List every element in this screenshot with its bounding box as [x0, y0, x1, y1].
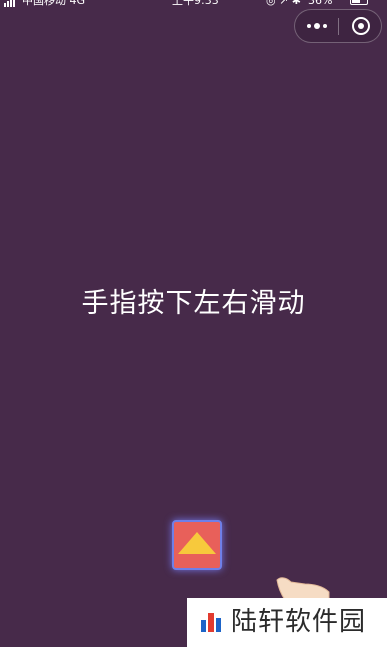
building-logo-icon — [201, 613, 221, 632]
watermark: 陆轩软件园 — [187, 598, 387, 647]
swipe-instruction: 手指按下左右滑动 — [81, 288, 306, 319]
battery-percent: 36% — [308, 0, 333, 7]
pointing-hand-icon — [276, 577, 330, 600]
watermark-text: 陆轩软件园 — [231, 607, 367, 637]
more-dots-icon[interactable] — [295, 10, 339, 42]
battery-icon — [350, 0, 368, 5]
carrier-label: 中国移动 4G — [22, 0, 86, 7]
status-indicators: ◎ ↗ ✱ — [266, 0, 302, 7]
up-triangle-icon — [178, 532, 216, 554]
status-time: 上午9:33 — [172, 0, 219, 7]
mini-program-capsule — [294, 9, 382, 43]
close-target-icon[interactable] — [339, 10, 382, 42]
up-button[interactable] — [172, 520, 222, 570]
signal-icon — [4, 0, 18, 7]
